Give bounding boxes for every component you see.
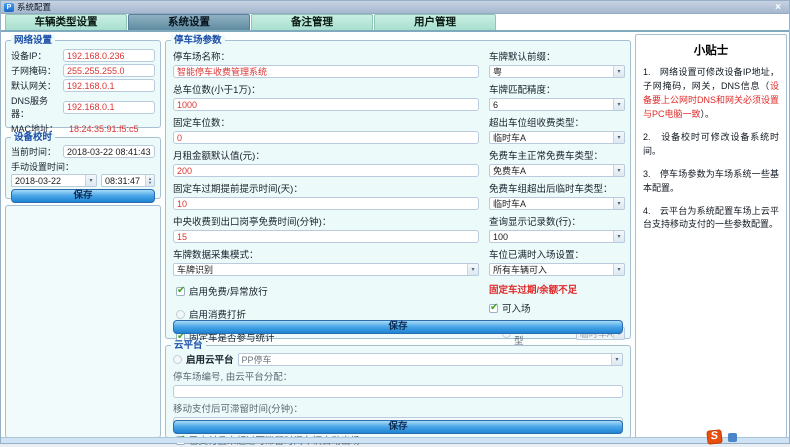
expire-remind-input[interactable] xyxy=(173,197,479,210)
monthly-rent-input[interactable] xyxy=(173,164,479,177)
stay-time-label: 移动支付后可滞留时间(分钟)： xyxy=(173,401,623,415)
checkbox-unchecked-icon xyxy=(173,355,182,364)
mac-address-value: 18:24:35:91:f5:c5 xyxy=(63,124,139,134)
fixed-expired-title: 固定车过期/余额不足 xyxy=(489,282,625,296)
device-time-group: 设备校时 当前时间： 手动设置时间： 2018-03-22 ▾ 08:31:47… xyxy=(5,137,161,199)
plate-precision-label: 车牌匹配精度： xyxy=(489,82,625,96)
tab-system-settings[interactable]: 系统设置 xyxy=(128,14,250,30)
tray-icon[interactable] xyxy=(728,433,737,442)
plate-prefix-label: 车牌默认前缀： xyxy=(489,49,625,63)
lot-name-input[interactable] xyxy=(173,65,479,78)
current-time-label: 当前时间： xyxy=(11,145,63,158)
chevron-down-icon: ▾ xyxy=(613,165,624,176)
chevron-down-icon: ▾ xyxy=(613,264,624,275)
cloud-provider-select[interactable]: PP停车 ▾ xyxy=(238,353,623,366)
over-group-type-select[interactable]: 临时车A ▾ xyxy=(489,131,625,144)
chevron-down-icon: ▾ xyxy=(85,175,96,186)
tip-item-2: 2. 设备校时可修改设备系统时间。 xyxy=(643,131,779,159)
time-save-button[interactable]: 保存 xyxy=(11,189,155,203)
tip-item-4: 4. 云平台为系统配置车场上云平台支持移动支付的一些参数配置。 xyxy=(643,205,779,233)
subnet-mask-label: 子网掩码： xyxy=(11,64,63,77)
tab-vehicle-type-settings[interactable]: 车辆类型设置 xyxy=(5,14,127,30)
bottom-strip xyxy=(1,437,789,443)
chevron-down-icon: ▾ xyxy=(467,264,478,275)
free-over-temp-label: 免费车组超出后临时车类型： xyxy=(489,181,625,195)
consume-discount-checkbox[interactable]: 启用消费打折 xyxy=(176,307,479,321)
fixed-spaces-input[interactable] xyxy=(173,131,479,144)
tips-title: 小贴士 xyxy=(636,42,786,58)
enable-cloud-checkbox[interactable]: 启用云平台 xyxy=(173,352,234,366)
window-title: 系统配置 xyxy=(17,1,51,13)
title-bar: P 系统配置 × xyxy=(1,1,789,14)
parking-params-group-title: 停车场参数 xyxy=(171,35,225,46)
tab-remark-management[interactable]: 备注管理 xyxy=(251,14,373,30)
subnet-mask-input[interactable] xyxy=(63,64,155,77)
total-spaces-label: 总车位数(小于1万)： xyxy=(173,82,479,96)
cloud-platform-group-title: 云平台 xyxy=(171,340,206,351)
cloud-platform-group: 云平台 启用云平台 PP停车 ▾ 停车场编号, 由云平台分配： 移动支付后可滞留… xyxy=(165,345,631,438)
sogou-ime-icon[interactable]: S xyxy=(706,429,722,444)
fixed-spaces-label: 固定车位数： xyxy=(173,115,479,129)
device-ip-input[interactable] xyxy=(63,49,155,62)
over-group-type-label: 超出车位组收费类型： xyxy=(489,115,625,129)
close-icon[interactable]: × xyxy=(770,2,786,13)
time-spinner-buttons[interactable]: ▲ ▼ xyxy=(145,175,154,186)
lot-code-label: 停车场编号, 由云平台分配： xyxy=(173,369,623,383)
gateway-input[interactable] xyxy=(63,79,155,92)
tab-bar: 车辆类型设置 系统设置 备注管理 用户管理 xyxy=(1,14,789,32)
free-owner-type-select[interactable]: 免费车A ▾ xyxy=(489,164,625,177)
device-time-group-title: 设备校时 xyxy=(11,132,55,143)
dns-server-input[interactable] xyxy=(63,101,155,114)
chevron-down-icon: ▾ xyxy=(613,99,624,110)
chevron-down-icon: ▾ xyxy=(613,66,624,77)
app-logo-icon: P xyxy=(4,3,14,12)
empty-left-panel xyxy=(5,205,161,438)
plate-collect-mode-label: 车牌数据采集模式： xyxy=(173,247,479,261)
expire-remind-label: 固定车过期提前提示时间(天)： xyxy=(173,181,479,195)
checkbox-checked-icon xyxy=(176,287,185,296)
checkbox-unchecked-icon xyxy=(176,310,185,319)
free-pass-checkbox[interactable]: 启用免费/异常放行 xyxy=(176,284,479,298)
monthly-rent-label: 月租金额默认值(元)： xyxy=(173,148,479,162)
chevron-down-icon: ▾ xyxy=(613,132,624,143)
manual-date-select[interactable]: 2018-03-22 ▾ xyxy=(11,174,97,187)
free-owner-type-label: 免费车主正常免费车类型： xyxy=(489,148,625,162)
can-enter-checkbox[interactable]: 可入场 xyxy=(489,301,625,315)
parking-save-button[interactable]: 保存 xyxy=(173,320,623,334)
query-records-select[interactable]: 100 ▾ xyxy=(489,230,625,243)
chevron-down-icon: ▾ xyxy=(613,198,624,209)
network-settings-group-title: 网络设置 xyxy=(11,35,55,46)
lot-full-entry-select[interactable]: 所有车辆可入 ▾ xyxy=(489,263,625,276)
checkbox-checked-icon xyxy=(489,304,498,313)
device-ip-label: 设备IP： xyxy=(11,49,63,62)
gateway-label: 默认网关： xyxy=(11,79,63,92)
plate-prefix-select[interactable]: 粤 ▾ xyxy=(489,65,625,78)
chevron-down-icon: ▾ xyxy=(613,231,624,242)
free-over-temp-select[interactable]: 临时车A ▾ xyxy=(489,197,625,210)
network-settings-group: 网络设置 设备IP： 子网掩码： 默认网关： DNS服务器： MAC地址： 18… xyxy=(5,40,161,128)
current-time-display xyxy=(63,145,155,158)
chevron-down-icon: ▾ xyxy=(611,354,622,365)
tab-user-management[interactable]: 用户管理 xyxy=(374,14,496,30)
tips-panel: 小贴士 1. 网络设置可修改设备IP地址，子网掩码，网关，DNS信息（设备要上公… xyxy=(635,34,787,438)
tip-item-1: 1. 网络设置可修改设备IP地址，子网掩码，网关，DNS信息（设备要上公网时DN… xyxy=(643,66,779,122)
tip-item-3: 3. 停车场参数为车场系统一些基本配置。 xyxy=(643,168,779,196)
plate-collect-mode-select[interactable]: 车牌识别 ▾ xyxy=(173,263,479,276)
manual-time-spinner[interactable]: 08:31:47 ▲ ▼ xyxy=(101,174,155,187)
lot-full-entry-label: 车位已满时入场设置： xyxy=(489,247,625,261)
parking-params-group: 停车场参数 停车场名称： 总车位数(小于1万)： 固定车位数： 月租金额默认值(… xyxy=(165,40,631,339)
central-free-time-label: 中央收费到出口岗亭免费时间(分钟)： xyxy=(173,214,479,228)
spinner-down-icon[interactable]: ▼ xyxy=(148,181,152,185)
cloud-save-button[interactable]: 保存 xyxy=(173,420,623,434)
plate-precision-select[interactable]: 6 ▾ xyxy=(489,98,625,111)
lot-code-input[interactable] xyxy=(173,385,623,398)
dns-server-label: DNS服务器： xyxy=(11,94,63,120)
app-window: P 系统配置 × 车辆类型设置 系统设置 备注管理 用户管理 网络设置 设备IP… xyxy=(0,0,790,444)
query-records-label: 查询显示记录数(行)： xyxy=(489,214,625,228)
central-free-time-input[interactable] xyxy=(173,230,479,243)
lot-name-label: 停车场名称： xyxy=(173,49,479,63)
total-spaces-input[interactable] xyxy=(173,98,479,111)
manual-time-label: 手动设置时间： xyxy=(11,160,74,173)
